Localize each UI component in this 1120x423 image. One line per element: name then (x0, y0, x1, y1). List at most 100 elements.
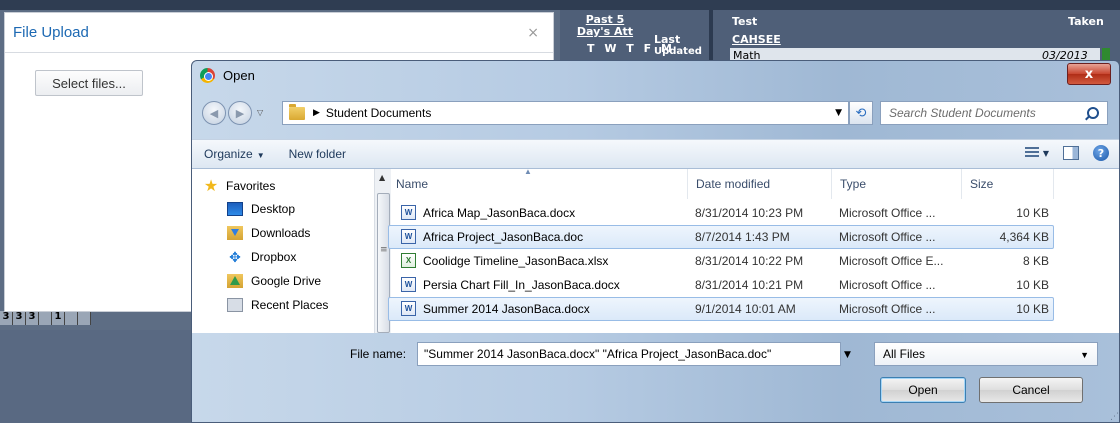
number-cell (39, 311, 52, 325)
sidebar-item-label: Dropbox (251, 250, 297, 264)
downloads-folder-icon (227, 226, 243, 240)
column-header-label: Type (840, 177, 867, 191)
file-name: Africa Project_JasonBaca.doc (423, 230, 584, 244)
number-cell (65, 311, 78, 325)
breadcrumb-student-documents[interactable]: Student Documents (326, 106, 835, 120)
help-icon[interactable]: ? (1093, 145, 1109, 161)
chevron-down-icon: ▼ (1080, 350, 1089, 360)
word-document-icon: W (401, 229, 416, 244)
chevron-down-icon[interactable]: ▼ (844, 350, 851, 360)
file-name: Summer 2014 JasonBaca.docx (423, 302, 590, 316)
toolbar-right-group: ▼ ? (1024, 145, 1109, 161)
column-header-date-modified[interactable]: Date modified (688, 169, 832, 199)
search-icon[interactable] (1087, 107, 1099, 119)
open-file-dialog: Open x ◀ ▶ ▽ ▶ Student Documents ▼ ⟲ Sea… (191, 60, 1120, 423)
sidebar-item-label: Google Drive (251, 274, 322, 288)
scroll-grip-icon: ≡ (380, 245, 388, 255)
chevron-down-icon[interactable]: ▼ (835, 108, 842, 118)
sidebar-item-desktop[interactable]: Desktop (227, 198, 295, 220)
desktop-icon (227, 202, 243, 216)
sidebar-item-downloads[interactable]: Downloads (227, 222, 310, 244)
taken-header: Taken (1068, 15, 1104, 28)
chevron-down-icon[interactable]: ▼ (1043, 149, 1049, 158)
word-document-icon: W (401, 301, 416, 316)
history-buttons: ◀ ▶ ▽ (202, 100, 266, 126)
sidebar-item-label: Recent Places (251, 298, 329, 312)
file-row-selected[interactable]: W Summer 2014 JasonBaca.docx 9/1/2014 10… (388, 297, 1054, 321)
file-upload-header: File Upload × (5, 13, 553, 53)
file-size: 4,364 KB (999, 230, 1049, 244)
dialog-body: ★ Favorites Desktop Downloads ✥ Dropbox … (192, 167, 1119, 333)
column-header-label: Date modified (696, 177, 771, 191)
back-arrow-icon[interactable]: ◀ (202, 101, 226, 125)
resize-grip-icon[interactable]: ⋰ (1110, 412, 1119, 422)
search-placeholder: Search Student Documents (889, 106, 1036, 120)
file-name: Africa Map_JasonBaca.docx (423, 206, 576, 220)
dialog-title: Open (223, 67, 255, 83)
scroll-up-icon[interactable]: ▲ (379, 173, 385, 182)
file-row[interactable]: W Africa Map_JasonBaca.docx 8/31/2014 10… (388, 201, 1054, 225)
test-header: Test (732, 15, 758, 28)
preview-pane-icon[interactable] (1063, 146, 1079, 160)
file-name-label: File name: (350, 347, 407, 361)
recent-locations-dropdown-icon[interactable]: ▽ (257, 108, 263, 117)
close-window-button[interactable]: x (1067, 63, 1111, 85)
sidebar-item-label: Desktop (251, 202, 296, 216)
change-view-icon[interactable] (1024, 147, 1039, 159)
file-date-modified: 8/31/2014 10:21 PM (695, 278, 804, 292)
file-size: 10 KB (1016, 302, 1049, 316)
search-input[interactable]: Search Student Documents (880, 101, 1108, 125)
sidebar-item-recent-places[interactable]: Recent Places (227, 294, 328, 316)
file-date-modified: 8/31/2014 10:22 PM (695, 254, 804, 268)
excel-spreadsheet-icon: X (401, 253, 416, 268)
file-size: 8 KB (1022, 254, 1049, 268)
file-date-modified: 8/31/2014 10:23 PM (695, 206, 804, 220)
number-cell: 3 (26, 311, 39, 325)
recent-places-icon (227, 298, 243, 312)
close-icon[interactable]: × (527, 25, 539, 41)
file-date-modified: 8/7/2014 1:43 PM (695, 230, 790, 244)
dialog-footer: File name: "Summer 2014 JasonBaca.docx" … (192, 333, 1119, 422)
file-name-field[interactable]: "Summer 2014 JasonBaca.docx" "Africa Pro… (417, 342, 841, 366)
past-days-attendance-header: Past 5 Day's Att (576, 13, 634, 38)
column-header-type[interactable]: Type (832, 169, 962, 199)
column-header-name[interactable]: Name ▲ (388, 167, 688, 199)
forward-arrow-icon[interactable]: ▶ (228, 101, 252, 125)
chevron-down-icon: ▼ (256, 151, 265, 160)
file-row-selected[interactable]: W Africa Project_JasonBaca.doc 8/7/2014 … (388, 225, 1054, 249)
open-button[interactable]: Open (880, 377, 966, 403)
number-cell: 1 (52, 311, 65, 325)
select-files-button[interactable]: Select files... (35, 70, 143, 96)
background-number-row: 3 3 3 1 (0, 311, 91, 325)
word-document-icon: W (401, 277, 416, 292)
refresh-icon[interactable]: ⟲ (849, 101, 873, 125)
background-header (0, 0, 1120, 10)
sidebar-item-label: Favorites (226, 179, 276, 193)
column-header-size[interactable]: Size (962, 169, 1054, 199)
sidebar-item-label: Downloads (251, 226, 311, 240)
command-toolbar: Organize ▼ New folder ▼ ? (192, 139, 1119, 169)
cahsee-link[interactable]: CAHSEE (732, 33, 781, 46)
organize-menu-button[interactable]: Organize ▼ (192, 147, 277, 161)
updated-header: Updated (654, 46, 702, 57)
organize-label: Organize (204, 147, 253, 161)
sort-ascending-icon: ▲ (524, 167, 532, 176)
dropbox-icon: ✥ (229, 249, 241, 265)
breadcrumb-arrow-icon[interactable]: ▶ (313, 108, 320, 118)
chrome-icon (200, 67, 215, 83)
new-folder-button[interactable]: New folder (277, 147, 358, 161)
number-cell (78, 311, 91, 325)
sidebar-item-google-drive[interactable]: Google Drive (227, 270, 321, 292)
file-rows: W Africa Map_JasonBaca.docx 8/31/2014 10… (388, 201, 1054, 321)
cancel-button[interactable]: Cancel (979, 377, 1083, 403)
file-row[interactable]: X Coolidge Timeline_JasonBaca.xlsx 8/31/… (388, 249, 1054, 273)
file-type-filter-select[interactable]: All Files ▼ (874, 342, 1098, 366)
file-row[interactable]: W Persia Chart Fill_In_JasonBaca.docx 8/… (388, 273, 1054, 297)
sidebar-item-favorites[interactable]: ★ Favorites (202, 175, 276, 197)
address-bar[interactable]: ▶ Student Documents ▼ (282, 101, 849, 125)
sidebar-item-dropbox[interactable]: ✥ Dropbox (227, 246, 296, 268)
number-cell: 3 (13, 311, 26, 325)
file-type-filter-value: All Files (883, 347, 926, 361)
navigation-pane: ★ Favorites Desktop Downloads ✥ Dropbox … (202, 169, 391, 333)
dialog-titlebar[interactable]: Open x (192, 61, 1119, 89)
